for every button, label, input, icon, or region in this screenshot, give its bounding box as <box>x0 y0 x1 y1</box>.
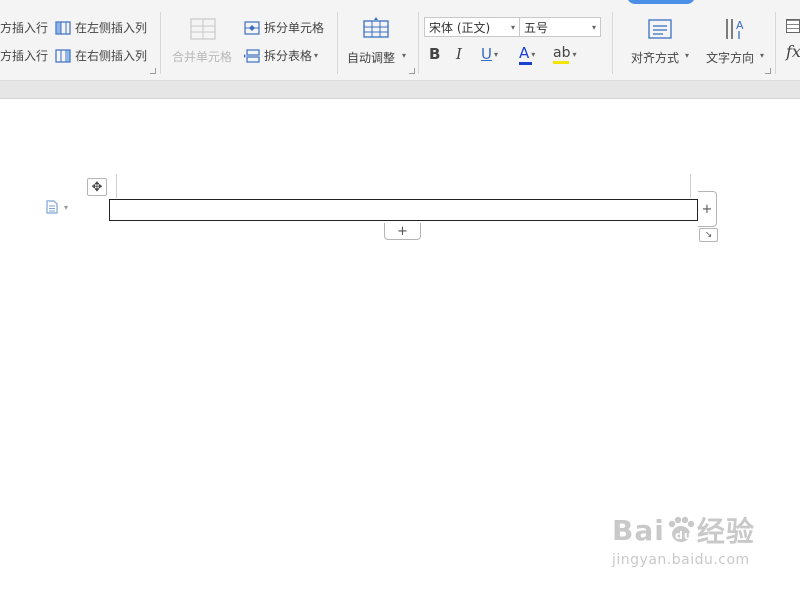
insert-row-below-button[interactable]: 方插入行 <box>0 47 48 64</box>
insert-row-below-label: 方插入行 <box>0 49 49 63</box>
bold-icon: B <box>429 45 441 63</box>
svg-text:A: A <box>736 19 744 32</box>
calculator-icon[interactable] <box>786 19 800 33</box>
chevron-down-icon: ▾ <box>510 22 515 32</box>
auto-adjust-button[interactable]: 自动调整 ▾ <box>345 16 409 66</box>
paragraph-menu[interactable]: ▾ <box>46 200 68 214</box>
baidu-jingyan-watermark: Bai du 经验 jingyan.baidu.com <box>612 510 755 569</box>
highlight-icon: ab <box>553 45 570 64</box>
plus-icon: + <box>701 201 713 217</box>
ribbon-separator <box>337 12 338 74</box>
font-size-select[interactable]: 五号 ▾ <box>519 17 601 37</box>
split-table-label: 拆分表格 <box>264 49 313 63</box>
ribbon-separator <box>418 12 419 74</box>
highlight-glyph: ab <box>553 44 571 61</box>
watermark-logo: Bai du 经验 <box>612 510 755 550</box>
resize-icon: ↘ <box>704 230 713 240</box>
align-button[interactable]: 对齐方式 ▾ <box>626 16 696 66</box>
formula-icon: fx <box>786 42 800 61</box>
split-cells-icon <box>244 20 260 35</box>
ribbon-bottom-band <box>0 81 800 99</box>
highlight-swatch <box>553 60 569 64</box>
split-cells-label: 拆分单元格 <box>264 21 325 35</box>
merge-cells-button[interactable]: 合并单元格 <box>170 16 236 66</box>
font-name-value: 宋体 (正文) <box>429 20 491 35</box>
text-direction-label: 文字方向 <box>706 51 755 65</box>
insert-col-left-icon <box>55 20 71 35</box>
chevron-down-icon: ▾ <box>314 51 319 60</box>
watermark-brand: Bai <box>612 513 665 547</box>
document-table[interactable] <box>109 199 698 221</box>
rows-cols-group-launcher[interactable] <box>150 68 156 74</box>
plus-icon: + <box>397 223 408 239</box>
move-icon: ✥ <box>91 179 103 195</box>
font-name-select[interactable]: 宋体 (正文) ▾ <box>424 17 520 37</box>
italic-icon: I <box>456 45 462 63</box>
paw-icon: du <box>668 516 695 542</box>
split-table-icon <box>244 48 260 63</box>
align-icon <box>648 19 672 39</box>
font-color-button[interactable]: A ▾ <box>519 43 536 65</box>
chevron-down-icon: ▾ <box>64 202 69 212</box>
insert-col-right-icon <box>55 48 71 63</box>
formula-button[interactable]: fx <box>786 42 800 61</box>
italic-button[interactable]: I <box>456 44 462 64</box>
table-tools-ribbon: 方插入行 方插入行 在左侧插入列 在右侧插入列 合并单元格 拆分单元格 拆分表格… <box>0 0 800 81</box>
watermark-url: jingyan.baidu.com <box>612 552 750 568</box>
font-color-swatch <box>519 61 532 65</box>
insert-col-left-button[interactable]: 在左侧插入列 <box>55 19 147 36</box>
auto-adjust-label: 自动调整 <box>347 51 396 65</box>
table-move-handle[interactable]: ✥ <box>87 178 107 196</box>
text-direction-icon: A <box>726 19 744 39</box>
highlight-button[interactable]: ab ▾ <box>553 44 576 64</box>
font-size-value: 五号 <box>524 20 549 35</box>
watermark-product: 经验 <box>696 515 755 548</box>
chevron-down-icon: ▾ <box>591 22 596 32</box>
add-column-button[interactable]: + <box>698 191 717 227</box>
align-label: 对齐方式 <box>631 51 680 65</box>
font-color-glyph: A <box>519 43 530 62</box>
ribbon-separator <box>775 12 776 74</box>
merge-cells-icon <box>190 18 216 40</box>
insert-row-above-label: 方插入行 <box>0 21 49 35</box>
text-group-launcher[interactable] <box>765 68 771 74</box>
insert-col-right-label: 在右侧插入列 <box>75 49 148 63</box>
text-direction-button[interactable]: A 文字方向 ▾ <box>702 16 772 66</box>
svg-text:du: du <box>675 529 693 542</box>
underline-icon: U <box>481 45 492 63</box>
merge-cells-label: 合并单元格 <box>172 50 233 64</box>
font-color-icon: A <box>519 43 532 65</box>
auto-adjust-icon <box>363 17 389 38</box>
table-right-guide <box>690 174 691 198</box>
table-resize-handle[interactable]: ↘ <box>699 228 718 242</box>
chevron-down-icon: ▾ <box>402 51 407 60</box>
split-cells-button[interactable]: 拆分单元格 <box>244 19 324 36</box>
chevron-down-icon: ▾ <box>493 49 498 59</box>
underline-button[interactable]: U ▾ <box>481 44 498 64</box>
insert-row-above-button[interactable]: 方插入行 <box>0 19 48 36</box>
ribbon-separator <box>612 12 613 74</box>
chevron-down-icon: ▾ <box>760 51 765 60</box>
table-left-guide <box>116 174 117 198</box>
chevron-down-icon: ▾ <box>531 49 536 59</box>
split-table-button[interactable]: 拆分表格 ▾ <box>244 47 318 64</box>
insert-col-right-button[interactable]: 在右侧插入列 <box>55 47 147 64</box>
chevron-down-icon: ▾ <box>572 49 577 59</box>
ribbon-separator <box>160 12 161 74</box>
insert-col-left-label: 在左侧插入列 <box>75 21 148 35</box>
active-tab-indicator <box>627 0 695 4</box>
add-row-button[interactable]: + <box>384 223 421 240</box>
document-icon <box>46 200 58 214</box>
table-cell[interactable] <box>110 200 697 220</box>
bold-button[interactable]: B <box>429 44 440 64</box>
adjust-group-launcher[interactable] <box>409 68 415 74</box>
chevron-down-icon: ▾ <box>685 51 690 60</box>
